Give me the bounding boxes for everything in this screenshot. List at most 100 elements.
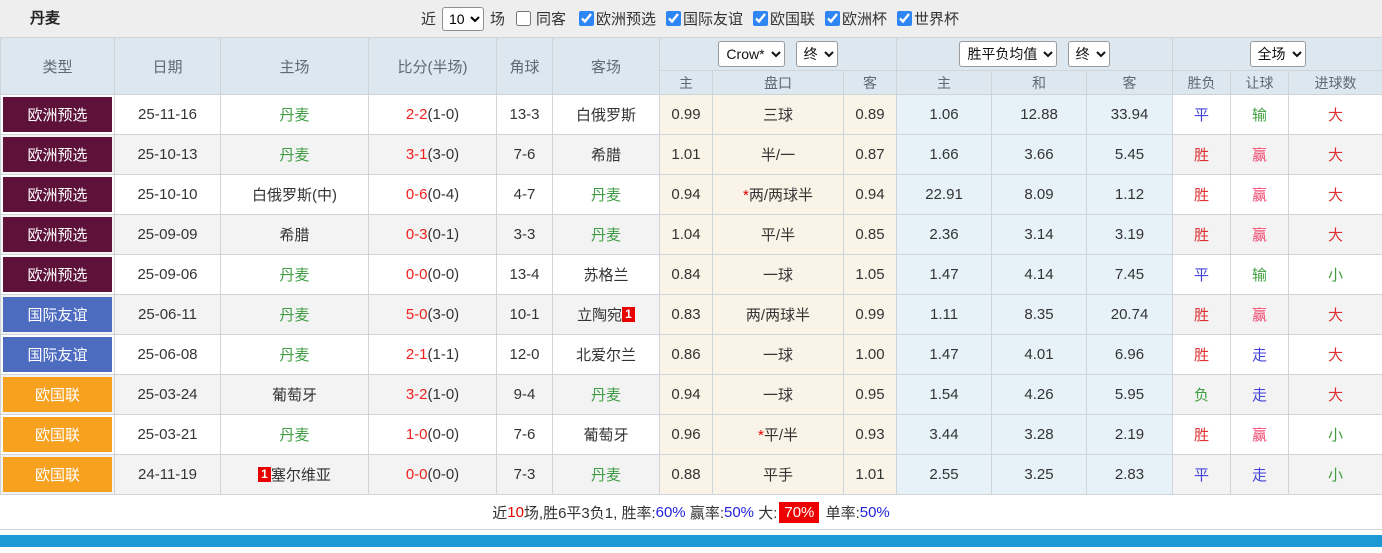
result-handicap-cell: 走 — [1230, 454, 1290, 495]
result-handicap: 走 — [1252, 387, 1268, 404]
recent-label: 近 — [420, 11, 436, 28]
avg-home-odds: 1.11 — [929, 306, 959, 323]
subcol-ah-away: 客 — [842, 70, 898, 95]
result-wdl-cell: 胜 — [1172, 334, 1232, 375]
home-team-cell: 丹麦 — [220, 294, 369, 335]
avg-odds-select[interactable]: 胜平负均值 — [959, 41, 1058, 67]
odds-draw-cell: 3.25 — [991, 454, 1088, 495]
avg-draw-odds: 8.35 — [1024, 306, 1054, 323]
result-goals: 小 — [1328, 467, 1344, 484]
avg-home-odds: 3.44 — [929, 426, 959, 443]
ah-home-odds: 1.01 — [671, 146, 701, 163]
col-header-away: 客场 — [552, 37, 660, 95]
odds-home-cell: 1.66 — [896, 134, 993, 175]
match-date: 25-09-06 — [137, 266, 198, 283]
odds-draw-cell: 4.01 — [991, 334, 1088, 375]
result-goals: 大 — [1328, 107, 1344, 124]
ah-away-odds: 1.01 — [855, 466, 885, 483]
match-date: 25-09-09 — [137, 226, 198, 243]
fulltime-score: 1-0 — [405, 426, 428, 443]
result-goals: 大 — [1328, 227, 1344, 244]
match-history-table: 类型 日期 主场 比分(半场) 角球 客场 Crow* 终 胜平负均值 终 全场… — [0, 37, 1382, 495]
same-venue-label: 同客 — [535, 11, 566, 28]
odds-home-cell: 2.55 — [896, 454, 993, 495]
league-cell: 欧国联 — [0, 414, 115, 455]
date-cell: 25-09-06 — [114, 254, 221, 295]
match-row: 欧国联 24-11-19 1 塞尔维亚 0-0(0-0) 7-3 丹麦 0.88 平手 1.01 2… — [0, 454, 1382, 495]
corners-cell: 10-1 — [496, 294, 553, 335]
avg-odds-state-select[interactable]: 终 — [1067, 41, 1110, 67]
ah-home-odds: 0.94 — [671, 386, 701, 403]
match-row: 欧洲预选 25-09-06 丹麦 0-0(0-0) 13-4 苏格兰 0.84 一球 1.05 1… — [0, 254, 1382, 295]
bookmaker-select[interactable]: Crow* — [718, 41, 786, 67]
avg-odds-header-group: 胜平负均值 终 — [896, 37, 1174, 71]
bookmaker-state-select[interactable]: 终 — [795, 41, 838, 67]
league-filter-checkbox[interactable] — [578, 11, 594, 26]
league-cell: 欧洲预选 — [0, 174, 115, 215]
ah-away-odds-cell: 0.87 — [842, 134, 898, 175]
avg-away-odds: 1.12 — [1114, 186, 1145, 203]
corners-value: 9-4 — [513, 386, 536, 403]
corners-cell: 12-0 — [496, 334, 553, 375]
ah-line: 三球 — [762, 107, 793, 124]
ah-home-odds-cell: 0.94 — [659, 374, 713, 415]
result-handicap-cell: 走 — [1230, 334, 1290, 375]
avg-away-odds: 5.95 — [1114, 386, 1145, 403]
scope-select[interactable]: 全场 — [1249, 41, 1306, 67]
ah-line-cell: *两/两球半 — [712, 174, 844, 215]
ah-line: 一球 — [762, 267, 793, 284]
result-goals: 大 — [1328, 147, 1344, 164]
odds-home-cell: 1.06 — [896, 94, 993, 135]
league-filter-checkbox[interactable] — [825, 11, 841, 26]
match-date: 25-03-21 — [137, 426, 198, 443]
result-handicap-cell: 赢 — [1230, 214, 1290, 255]
result-goals-cell: 大 — [1288, 294, 1382, 335]
ah-home-odds: 0.86 — [671, 346, 701, 363]
result-wdl-cell: 胜 — [1172, 214, 1232, 255]
away-team-cell: 丹麦 — [552, 174, 660, 215]
corners-cell: 7-6 — [496, 134, 553, 175]
league-filter-checkbox[interactable] — [897, 11, 913, 26]
result-wdl: 胜 — [1194, 347, 1210, 364]
league-filter-checkbox[interactable] — [666, 11, 681, 26]
ah-line: 一球 — [762, 387, 793, 404]
home-team-cell: 丹麦 — [220, 334, 369, 375]
match-row: 国际友谊 25-06-11 丹麦 5-0(3-0) 10-1 立陶宛 1 0.83 两/两球半 0… — [0, 294, 1382, 335]
ah-away-odds-cell: 0.99 — [842, 294, 898, 335]
fulltime-score: 3-2 — [405, 386, 428, 403]
result-wdl: 平 — [1194, 267, 1210, 284]
result-wdl: 胜 — [1194, 187, 1210, 204]
halftime-score: (0-1) — [427, 226, 460, 243]
odds-away-cell: 33.94 — [1086, 94, 1174, 135]
handicap-header-group: Crow* 终 — [658, 37, 898, 71]
odds-away-cell: 3.19 — [1086, 214, 1174, 255]
league-filter-label: 欧洲预选 — [595, 11, 656, 28]
same-venue-checkbox[interactable] — [515, 11, 531, 26]
ah-away-odds: 0.93 — [855, 426, 885, 443]
matches-label: 场 — [489, 11, 505, 28]
avg-away-odds: 3.19 — [1114, 226, 1145, 243]
away-team-cell: 希腊 — [552, 134, 660, 175]
result-wdl: 平 — [1194, 107, 1210, 124]
away-team-name: 丹麦 — [590, 387, 621, 404]
recent-count-select[interactable]: 10 — [441, 6, 484, 31]
match-date: 25-10-10 — [137, 186, 198, 203]
ah-home-odds-cell: 0.83 — [659, 294, 713, 335]
ah-line-cell: 一球 — [712, 254, 844, 295]
league-filter-checkbox[interactable] — [753, 11, 769, 26]
match-date: 25-06-11 — [138, 306, 197, 323]
result-header-group: 全场 — [1172, 37, 1382, 71]
result-wdl-cell: 平 — [1172, 454, 1232, 495]
ah-home-odds: 0.99 — [671, 106, 701, 123]
league-filter-label: 世界杯 — [914, 11, 960, 28]
league-cell: 国际友谊 — [0, 334, 115, 375]
ah-home-odds-cell: 0.84 — [659, 254, 713, 295]
summary-text: 50% — [724, 503, 755, 521]
red-card-badge: 1 — [258, 467, 271, 482]
odds-away-cell: 5.95 — [1086, 374, 1174, 415]
ah-away-odds-cell: 1.05 — [842, 254, 898, 295]
avg-away-odds: 33.94 — [1110, 106, 1149, 123]
corners-cell: 9-4 — [496, 374, 553, 415]
ah-home-odds-cell: 0.96 — [659, 414, 713, 455]
away-team-name: 希腊 — [590, 147, 621, 164]
